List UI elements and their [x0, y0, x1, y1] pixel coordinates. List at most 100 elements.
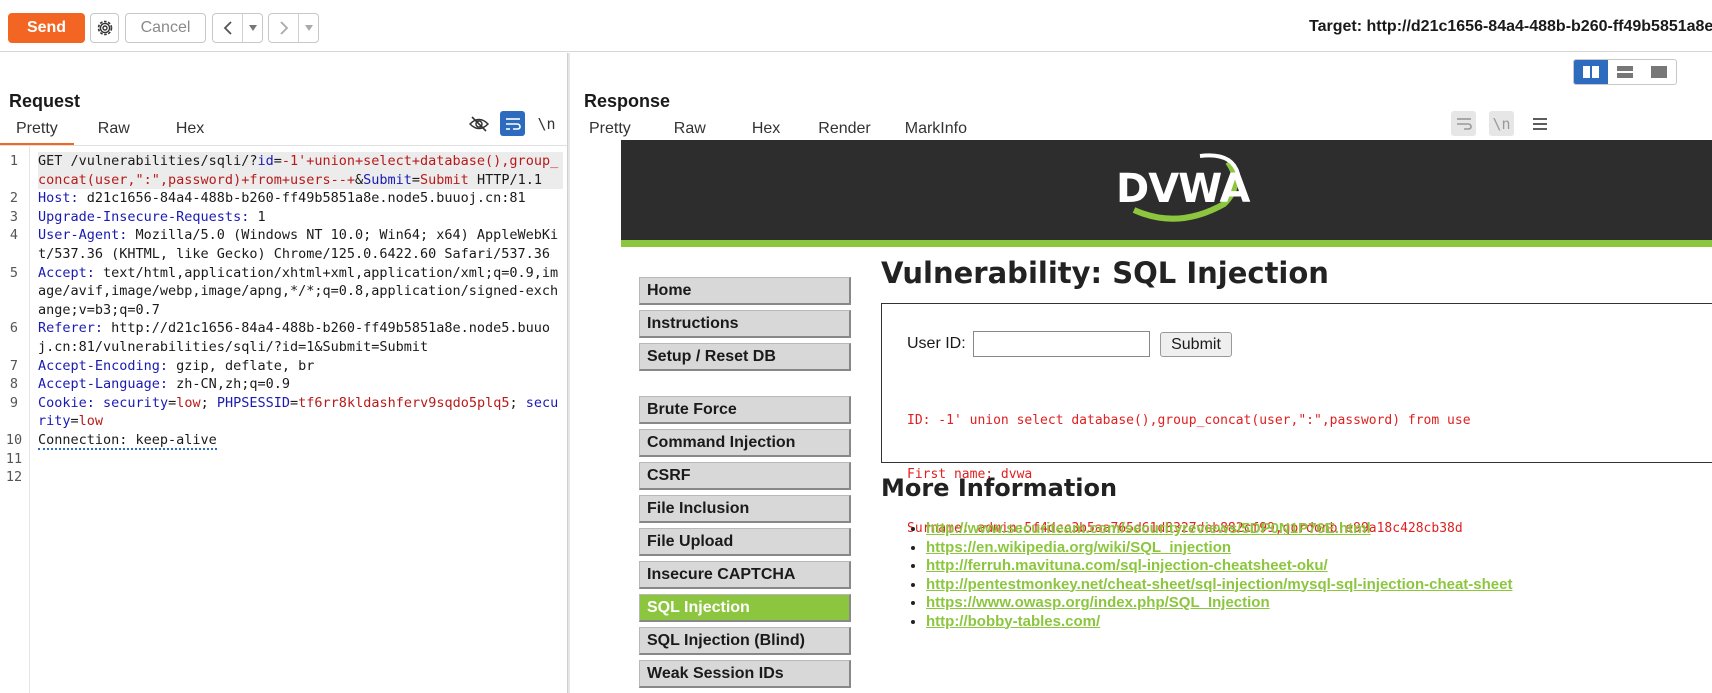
- code-token: 1: [249, 208, 266, 225]
- eye-off-icon[interactable]: [466, 111, 491, 136]
- reference-link[interactable]: http://ferruh.mavituna.com/sql-injection…: [926, 557, 1328, 574]
- line-number: 1: [9, 153, 19, 169]
- toolbar: Send Cancel Target: http://d21c1656-84a4…: [0, 0, 1712, 52]
- code-token: Upgrade-Insecure-Requests:: [38, 208, 250, 225]
- code-token: text/html,application/xhtml+xml,applicat…: [38, 264, 559, 318]
- dvwa-header: DVWA: [621, 140, 1712, 240]
- tab-raw[interactable]: Raw: [658, 115, 722, 143]
- code-line[interactable]: 11: [6, 450, 563, 469]
- dropdown-icon[interactable]: [299, 14, 318, 42]
- code-line[interactable]: 4 User-Agent: Mozilla/5.0 (Windows NT 10.…: [10, 226, 563, 263]
- layout-single-icon[interactable]: [1642, 60, 1676, 84]
- tab-hex[interactable]: Hex: [160, 115, 220, 143]
- wrap-icon[interactable]: [500, 111, 525, 136]
- list-item: http://www.securiteam.com/securityreview…: [926, 520, 1512, 539]
- code-line[interactable]: 5 Accept: text/html,application/xhtml+xml…: [10, 264, 563, 320]
- code-line[interactable]: 8 Accept-Language: zh-CN,zh;q=0.9: [10, 375, 563, 394]
- list-item: https://www.owasp.org/index.php/SQL_Inje…: [926, 594, 1512, 613]
- reference-link[interactable]: http://pentestmonkey.net/cheat-sheet/sql…: [926, 576, 1512, 593]
- menu-setup-reset-db[interactable]: Setup / Reset DB: [639, 343, 851, 371]
- menu-sql-injection[interactable]: SQL Injection: [639, 594, 851, 622]
- code-line[interactable]: 9 Cookie: security=low; PHPSESSID=tf6rr8k…: [10, 394, 563, 431]
- gear-icon: [97, 20, 112, 36]
- line-number: 10: [5, 431, 23, 448]
- code-line[interactable]: 1 GET /vulnerabilities/sqli/?id=-1'+union…: [10, 152, 563, 190]
- submit-button[interactable]: Submit: [1160, 332, 1232, 357]
- code-token: gzip, deflate, br: [168, 357, 315, 374]
- dropdown-icon[interactable]: [243, 14, 262, 42]
- newline-icon[interactable]: \n: [1489, 111, 1514, 136]
- menu-instructions[interactable]: Instructions: [639, 310, 851, 338]
- request-editor[interactable]: 1 GET /vulnerabilities/sqli/?id=-1'+union…: [0, 145, 567, 693]
- tab-render[interactable]: Render: [802, 115, 888, 145]
- line-number: 4: [9, 227, 19, 244]
- settings-button[interactable]: [90, 13, 119, 43]
- code-token: ;: [509, 394, 526, 411]
- code-line[interactable]: 12: [6, 468, 563, 487]
- layout-split-icon[interactable]: [1574, 60, 1608, 84]
- menu-file-inclusion[interactable]: File Inclusion: [639, 495, 851, 523]
- request-pane: Request Pretty Raw Hex \n 1 GET /vulnerab…: [0, 53, 588, 693]
- line-number: 12: [5, 469, 23, 486]
- cancel-button[interactable]: Cancel: [125, 13, 206, 43]
- user-id-label: User ID:: [907, 335, 966, 352]
- burp-repeater-window: Send Cancel Target: http://d21c1656-84a4…: [0, 0, 1712, 693]
- code-token: Host:: [38, 190, 79, 207]
- code-token: =: [273, 153, 282, 169]
- code-token: http://d21c1656-84a4-488b-b260-ff49b5851…: [38, 320, 551, 355]
- reference-link[interactable]: http://www.securiteam.com/securityreview…: [926, 520, 1371, 537]
- target-url[interactable]: Target: http://d21c1656-84a4-488b-b260-f…: [1309, 18, 1712, 36]
- menu-file-upload[interactable]: File Upload: [639, 528, 851, 556]
- tab-pretty[interactable]: Pretty: [573, 115, 647, 143]
- line-number: 5: [9, 264, 19, 281]
- line-number: 9: [9, 394, 19, 411]
- menu-insecure-captcha[interactable]: Insecure CAPTCHA: [639, 561, 851, 589]
- request-code[interactable]: 1 GET /vulnerabilities/sqli/?id=-1'+union…: [6, 152, 563, 487]
- wrap-icon[interactable]: [1451, 111, 1476, 136]
- code-line[interactable]: 7 Accept-Encoding: gzip, deflate, br: [10, 357, 563, 376]
- menu-home[interactable]: Home: [639, 277, 851, 305]
- response-view-controls: \n: [1451, 111, 1552, 136]
- layout-stack-icon[interactable]: [1608, 60, 1642, 84]
- vulnerable-code-area: User ID: Submit ID: -1' union select dat…: [881, 303, 1712, 536]
- newline-icon[interactable]: \n: [534, 111, 559, 136]
- code-line[interactable]: 6 Referer: http://d21c1656-84a4-488b-b260…: [10, 319, 563, 356]
- user-id-input[interactable]: [973, 331, 1150, 357]
- dvwa-main: Vulnerability: SQL Injection User ID: Su…: [881, 256, 1712, 630]
- dvwa-header-stripe: [621, 240, 1712, 247]
- tab-markinfo[interactable]: MarkInfo: [889, 115, 983, 143]
- request-title: Request: [9, 91, 81, 111]
- menu-sql-injection-blind[interactable]: SQL Injection (Blind): [639, 627, 851, 655]
- menu-brute-force[interactable]: Brute Force: [639, 396, 851, 424]
- reference-links: http://www.securiteam.com/securityreview…: [908, 520, 1512, 631]
- menu-weak-session-ids[interactable]: Weak Session IDs: [639, 660, 851, 688]
- response-title: Response: [584, 91, 671, 111]
- menu-command-injection[interactable]: Command Injection: [639, 429, 851, 457]
- menu-icon[interactable]: [1527, 111, 1552, 136]
- dvwa-menu: Home Instructions Setup / Reset DB Brute…: [639, 277, 851, 693]
- reference-link[interactable]: http://bobby-tables.com/: [926, 613, 1100, 630]
- tab-raw[interactable]: Raw: [82, 115, 146, 143]
- line-number: 7: [9, 357, 19, 374]
- code-line[interactable]: 2 Host: d21c1656-84a4-488b-b260-ff49b5851…: [10, 189, 563, 208]
- menu-csrf[interactable]: CSRF: [639, 462, 851, 490]
- page-title: Vulnerability: SQL Injection: [881, 256, 1329, 290]
- reference-link[interactable]: https://en.wikipedia.org/wiki/SQL_inject…: [926, 539, 1231, 556]
- list-item: http://bobby-tables.com/: [926, 613, 1512, 632]
- next-request-button[interactable]: [268, 13, 319, 43]
- chevron-left-icon[interactable]: [213, 14, 243, 42]
- chevron-right-icon[interactable]: [269, 14, 299, 42]
- code-token: Cookie:: [38, 394, 95, 411]
- send-button[interactable]: Send: [8, 13, 85, 43]
- code-token: security: [103, 394, 169, 411]
- code-token: ;: [200, 394, 217, 411]
- code-token: Submit: [363, 171, 412, 188]
- tab-pretty[interactable]: Pretty: [0, 115, 74, 145]
- code-token: =: [411, 171, 421, 188]
- previous-request-button[interactable]: [212, 13, 263, 43]
- reference-link[interactable]: https://www.owasp.org/index.php/SQL_Inje…: [926, 594, 1270, 611]
- tab-hex[interactable]: Hex: [736, 115, 796, 143]
- code-token: low: [78, 413, 104, 430]
- code-line[interactable]: 10 Connection: keep-alive: [6, 431, 563, 450]
- code-line[interactable]: 3 Upgrade-Insecure-Requests: 1: [10, 208, 563, 227]
